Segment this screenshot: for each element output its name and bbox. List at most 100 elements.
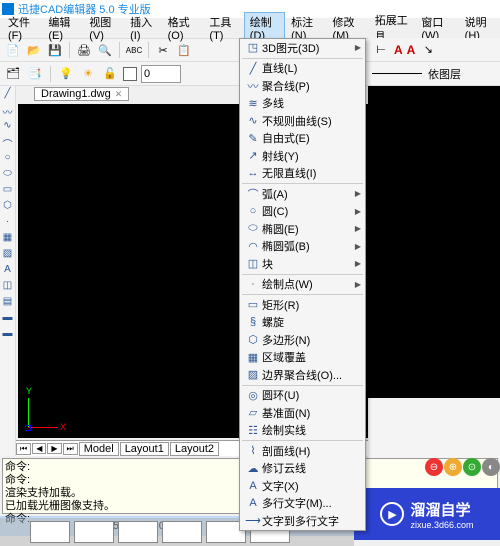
bulb-icon[interactable]: 💡 <box>57 65 75 83</box>
first-icon[interactable]: ⏮ <box>16 443 31 455</box>
nav-green-icon[interactable]: ⊙ <box>463 458 481 476</box>
menu-item[interactable]: ✎自由式(E) <box>240 130 365 148</box>
open-icon[interactable]: 📂 <box>25 41 43 59</box>
menu-item[interactable]: ▱基准面(N) <box>240 404 365 422</box>
menu-item-icon: ↔ <box>244 167 262 179</box>
menu-item[interactable]: ↔无限直线(I) <box>240 165 365 183</box>
draw-menu-dropdown[interactable]: ◳3D图元(3D)▶ ╱直线(L)〰聚合线(P)≋多线∿不规则曲线(S)✎自由式(… <box>239 38 366 531</box>
close-icon[interactable]: ✕ <box>115 89 123 100</box>
spline-icon[interactable]: ∿ <box>2 120 14 132</box>
layer-states-icon[interactable]: 📑 <box>26 65 44 83</box>
menu-item-icon: ↗ <box>244 149 262 162</box>
nav-grey-icon[interactable]: ◐ <box>482 458 500 476</box>
menu-item[interactable]: ↗射线(Y) <box>240 147 365 165</box>
menu-bar[interactable]: 文件(F)编辑(E)视图(V)插入(I)格式(O)工具(T)绘制(D)标注(N)… <box>0 18 500 38</box>
layer-manager-icon[interactable]: 🗂 <box>4 65 22 83</box>
print-icon[interactable]: 🖨 <box>75 41 93 59</box>
polyline-icon[interactable]: 〰 <box>2 104 14 116</box>
menu-item[interactable]: 编辑(E) <box>42 12 83 44</box>
menu-item[interactable]: 插入(I) <box>124 12 162 44</box>
taskbar-item[interactable] <box>74 521 114 543</box>
menu-item-label: 3D图元(3D) <box>262 40 355 56</box>
menu-item-icon: ⌒ <box>244 186 262 202</box>
solid-icon[interactable]: ▬ <box>2 312 14 324</box>
hatch-icon[interactable]: ▦ <box>2 232 14 244</box>
tab-layout2[interactable]: Layout2 <box>170 442 219 456</box>
menu-item[interactable]: ⌒弧(A)▶ <box>240 185 365 203</box>
menu-item[interactable]: 视图(V) <box>83 12 124 44</box>
menu-item-icon: A <box>244 497 262 509</box>
taskbar-item[interactable] <box>118 521 158 543</box>
menu-item[interactable]: ╱直线(L) <box>240 60 365 78</box>
save-icon[interactable]: 💾 <box>46 41 64 59</box>
annotation-a2-icon[interactable]: A <box>407 43 416 57</box>
menu-item[interactable]: 格式(O) <box>162 12 204 44</box>
color-swatch[interactable] <box>123 67 137 81</box>
polygon-icon[interactable]: ⬡ <box>2 200 14 212</box>
text-icon[interactable]: A <box>2 264 14 276</box>
menu-item[interactable]: A多行文字(M)... <box>240 495 365 513</box>
lock-icon[interactable]: 🔓 <box>101 65 119 83</box>
menu-item[interactable]: ◎圆环(U) <box>240 387 365 405</box>
right-canvas <box>368 86 500 398</box>
table-icon[interactable]: ▤ <box>2 296 14 308</box>
point-icon[interactable]: · <box>2 216 14 228</box>
tab-layout1[interactable]: Layout1 <box>120 442 169 456</box>
ellipse-icon[interactable]: ⬭ <box>2 168 14 180</box>
menu-item[interactable]: ◠椭圆弧(B)▶ <box>240 238 365 256</box>
menu-item-icon: ☷ <box>244 424 262 437</box>
menu-item-label: 绘制点(W) <box>262 276 355 292</box>
menu-item[interactable]: ≋多线 <box>240 95 365 113</box>
nav-orange-icon[interactable]: ⊕ <box>444 458 462 476</box>
menu-item[interactable]: ⌇剖面线(H) <box>240 442 365 460</box>
menu-item[interactable]: 工具(T) <box>203 12 243 44</box>
line-icon[interactable]: ╱ <box>2 88 14 100</box>
taskbar-item[interactable] <box>162 521 202 543</box>
menu-item[interactable]: ▨边界聚合线(O)... <box>240 366 365 384</box>
menu-item[interactable]: 〰聚合线(P) <box>240 77 365 95</box>
circle-icon[interactable]: ○ <box>2 152 14 164</box>
menu-item[interactable]: ☷绘制实线 <box>240 422 365 440</box>
last-icon[interactable]: ⏭ <box>63 443 78 455</box>
block-icon[interactable]: ◫ <box>2 280 14 292</box>
new-icon[interactable]: 📄 <box>4 41 22 59</box>
region-icon[interactable]: ▨ <box>2 248 14 260</box>
copy-icon[interactable]: 📋 <box>175 41 193 59</box>
sun-icon[interactable]: ☀ <box>79 65 97 83</box>
annotation-a-icon[interactable]: A <box>394 43 403 57</box>
menu-item[interactable]: ◫块▶ <box>240 255 365 273</box>
next-icon[interactable]: ▶ <box>47 443 61 454</box>
cut-icon[interactable]: ✂ <box>154 41 172 59</box>
prev-icon[interactable]: ◀ <box>32 443 46 454</box>
menu-item[interactable]: ☁修订云线 <box>240 460 365 478</box>
solid2-icon[interactable]: ▬ <box>2 328 14 340</box>
linetype-combo[interactable]: 依图层 <box>368 62 500 86</box>
nav-red-icon[interactable]: ⊖ <box>425 458 443 476</box>
dim-icon[interactable]: ⊢ <box>372 41 390 59</box>
menu-item[interactable]: ⬭椭圆(E)▶ <box>240 220 365 238</box>
spell-icon[interactable]: ABC <box>125 41 143 59</box>
layer-dropdown[interactable]: 0 <box>141 65 181 83</box>
tab-model[interactable]: Model <box>79 442 119 456</box>
menu-item-label: 弧(A) <box>262 186 355 202</box>
menu-item[interactable]: 文件(F) <box>2 12 42 44</box>
taskbar-item[interactable] <box>30 521 70 543</box>
arc-icon[interactable]: ⌒ <box>2 136 14 148</box>
menu-item[interactable]: ·绘制点(W)▶ <box>240 276 365 294</box>
menu-item[interactable]: ∿不规则曲线(S) <box>240 112 365 130</box>
menu-item[interactable]: ▦区域覆盖 <box>240 349 365 367</box>
menu-item-icon: ◫ <box>244 257 262 270</box>
leader-icon[interactable]: ↘ <box>419 41 437 59</box>
preview-icon[interactable]: 🔍 <box>96 41 114 59</box>
menu-item[interactable]: ⬡多边形(N) <box>240 331 365 349</box>
document-tab[interactable]: Drawing1.dwg ✕ <box>34 87 129 101</box>
rect-icon[interactable]: ▭ <box>2 184 14 196</box>
menu-item-label: 修订云线 <box>262 460 361 476</box>
menu-item[interactable]: ○圆(C)▶ <box>240 203 365 221</box>
menu-item[interactable]: A文字(X) <box>240 477 365 495</box>
submenu-arrow-icon: ▶ <box>355 224 361 233</box>
menu-item[interactable]: ◳3D图元(3D)▶ <box>240 39 365 57</box>
menu-item[interactable]: ⟶文字到多行文字 <box>240 512 365 530</box>
menu-item[interactable]: §螺旋 <box>240 314 365 332</box>
menu-item[interactable]: ▭矩形(R) <box>240 296 365 314</box>
